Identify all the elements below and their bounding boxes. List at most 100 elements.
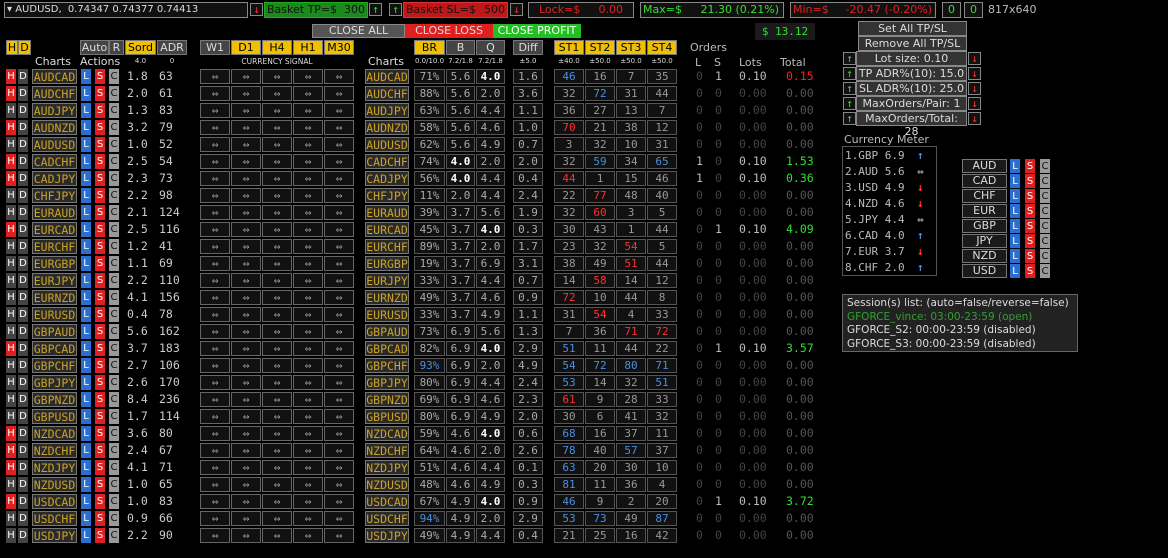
d-chart-button[interactable]: D <box>18 324 28 339</box>
h-chart-button[interactable]: H <box>6 375 16 390</box>
d-chart-button[interactable]: D <box>18 307 28 322</box>
sell-button[interactable]: S <box>95 171 105 186</box>
currency-sell-button[interactable]: S <box>1025 264 1035 278</box>
currency-buy-button[interactable]: L <box>1010 249 1020 263</box>
buy-button[interactable]: L <box>81 188 91 203</box>
sell-button[interactable]: S <box>95 239 105 254</box>
basket-sl-up-button[interactable]: ↑ <box>389 3 402 16</box>
sell-button[interactable]: S <box>95 358 105 373</box>
buy-button[interactable]: L <box>81 307 91 322</box>
currency-sell-button[interactable]: S <box>1025 249 1035 263</box>
symbol-chart-button[interactable]: USDJPY <box>32 528 77 543</box>
buy-button[interactable]: L <box>81 273 91 288</box>
close-pair-button[interactable]: C <box>109 511 119 526</box>
currency-chart-button[interactable]: USD <box>962 264 1007 278</box>
h-chart-button[interactable]: H <box>6 460 16 475</box>
symbol-chart-button[interactable]: AUDNZD <box>32 120 77 135</box>
buy-button[interactable]: L <box>81 341 91 356</box>
d-chart-button[interactable]: D <box>18 426 28 441</box>
symbol-chart-button[interactable]: CHFJPY <box>32 188 77 203</box>
buy-button[interactable]: L <box>81 86 91 101</box>
symbol-chart-button[interactable]: EURGBP <box>32 256 77 271</box>
buy-button[interactable]: L <box>81 392 91 407</box>
currency-buy-button[interactable]: L <box>1010 159 1020 173</box>
symbol-chart-button[interactable]: NZDJPY <box>365 460 409 475</box>
symbol-chart-button[interactable]: AUDJPY <box>32 103 77 118</box>
sell-button[interactable]: S <box>95 205 105 220</box>
tp-adr-field[interactable]: TP ADR%(10): 15.0 <box>856 66 967 81</box>
sl-adr-field[interactable]: SL ADR%(10): 25.0 <box>856 81 967 96</box>
close-pair-button[interactable]: C <box>109 324 119 339</box>
buy-button[interactable]: L <box>81 137 91 152</box>
h-chart-button[interactable]: H <box>6 154 16 169</box>
h-chart-button[interactable]: H <box>6 477 16 492</box>
symbol-chart-button[interactable]: EURJPY <box>32 273 77 288</box>
close-pair-button[interactable]: C <box>109 239 119 254</box>
buy-button[interactable]: L <box>81 103 91 118</box>
close-pair-button[interactable]: C <box>109 392 119 407</box>
close-pair-button[interactable]: C <box>109 86 119 101</box>
symbol-chart-button[interactable]: GBPUSD <box>365 409 409 424</box>
h-chart-button[interactable]: H <box>6 409 16 424</box>
symbol-chart-button[interactable]: NZDCHF <box>365 443 409 458</box>
sell-button[interactable]: S <box>95 460 105 475</box>
buy-button[interactable]: L <box>81 171 91 186</box>
symbol-chart-button[interactable]: GBPJPY <box>365 375 409 390</box>
symbol-chart-button[interactable]: GBPCAD <box>32 341 77 356</box>
h-chart-button[interactable]: H <box>6 239 16 254</box>
currency-sell-button[interactable]: S <box>1025 189 1035 203</box>
max-orders-pair-up-button[interactable]: ↑ <box>843 97 856 110</box>
sell-button[interactable]: S <box>95 154 105 169</box>
close-pair-button[interactable]: C <box>109 256 119 271</box>
buy-button[interactable]: L <box>81 358 91 373</box>
h-chart-button[interactable]: H <box>6 222 16 237</box>
remove-all-tpsl-button[interactable]: Remove All TP/SL <box>858 36 967 51</box>
currency-sell-button[interactable]: S <box>1025 174 1035 188</box>
d-chart-button[interactable]: D <box>18 511 28 526</box>
h-chart-button[interactable]: H <box>6 528 16 543</box>
buy-button[interactable]: L <box>81 120 91 135</box>
basket-tp-field[interactable]: Basket TP=$ 300 <box>264 2 368 18</box>
d-chart-button[interactable]: D <box>18 120 28 135</box>
close-pair-button[interactable]: C <box>109 494 119 509</box>
symbol-chart-button[interactable]: GBPJPY <box>32 375 77 390</box>
d-chart-button[interactable]: D <box>18 460 28 475</box>
close-pair-button[interactable]: C <box>109 358 119 373</box>
currency-close-button[interactable]: C <box>1040 189 1050 203</box>
symbol-chart-button[interactable]: NZDUSD <box>32 477 77 492</box>
buy-button[interactable]: L <box>81 443 91 458</box>
d-chart-button[interactable]: D <box>18 256 28 271</box>
currency-chart-button[interactable]: CHF <box>962 189 1007 203</box>
symbol-chart-button[interactable]: AUDCHF <box>32 86 77 101</box>
symbol-chart-button[interactable]: EURCHF <box>365 239 409 254</box>
sell-button[interactable]: S <box>95 307 105 322</box>
close-pair-button[interactable]: C <box>109 171 119 186</box>
d-chart-button[interactable]: D <box>18 392 28 407</box>
sell-button[interactable]: S <box>95 426 105 441</box>
symbol-chart-button[interactable]: AUDUSD <box>365 137 409 152</box>
h-chart-button[interactable]: H <box>6 86 16 101</box>
d-chart-button[interactable]: D <box>18 341 28 356</box>
basket-tp-up-button[interactable]: ↑ <box>369 3 382 16</box>
currency-close-button[interactable]: C <box>1040 219 1050 233</box>
sell-button[interactable]: S <box>95 69 105 84</box>
buy-button[interactable]: L <box>81 426 91 441</box>
currency-close-button[interactable]: C <box>1040 159 1050 173</box>
d-chart-button[interactable]: D <box>18 494 28 509</box>
symbol-chart-button[interactable]: GBPCHF <box>32 358 77 373</box>
d-chart-button[interactable]: D <box>18 290 28 305</box>
currency-chart-button[interactable]: NZD <box>962 249 1007 263</box>
sell-button[interactable]: S <box>95 222 105 237</box>
h-chart-button[interactable]: H <box>6 103 16 118</box>
symbol-chart-button[interactable]: CADCHF <box>365 154 409 169</box>
currency-chart-button[interactable]: EUR <box>962 204 1007 218</box>
sell-button[interactable]: S <box>95 120 105 135</box>
sell-button[interactable]: S <box>95 341 105 356</box>
close-pair-button[interactable]: C <box>109 375 119 390</box>
d-chart-button[interactable]: D <box>18 358 28 373</box>
symbol-chart-button[interactable]: EURCAD <box>365 222 409 237</box>
buy-button[interactable]: L <box>81 409 91 424</box>
close-pair-button[interactable]: C <box>109 137 119 152</box>
close-pair-button[interactable]: C <box>109 443 119 458</box>
h-chart-button[interactable]: H <box>6 392 16 407</box>
